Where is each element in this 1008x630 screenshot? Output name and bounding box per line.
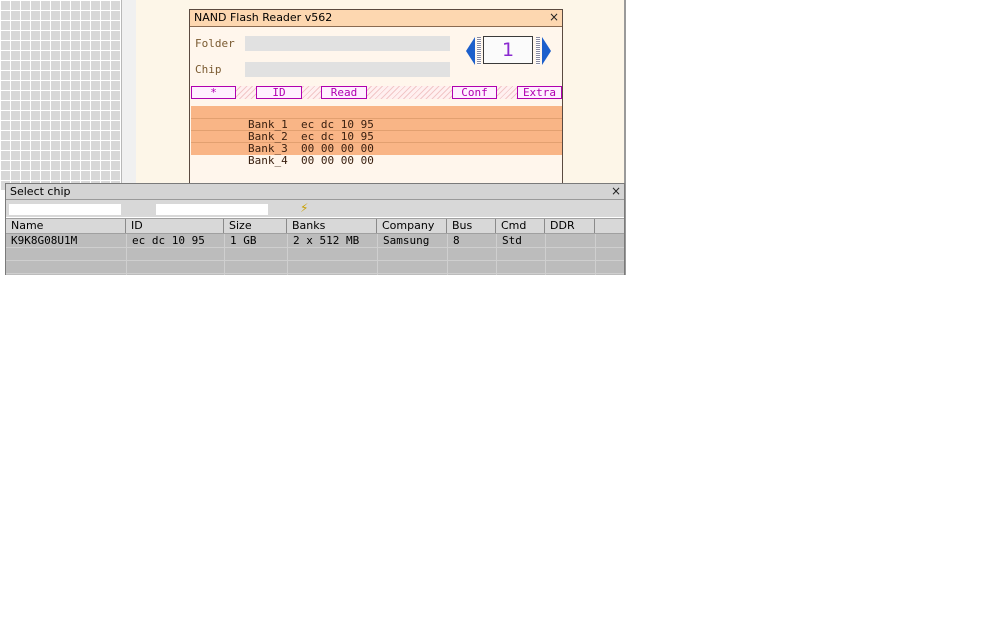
bank-name: Bank_4 [247,154,288,167]
bank-id: 00 00 00 00 [300,154,374,167]
nand-reader-window: NAND Flash Reader v562 × Folder Chip 1 *… [189,9,563,184]
bank-list: Bank_1 ec dc 10 95 Bank_2 ec dc 10 95 Ba… [191,106,562,167]
column-header-ddr[interactable]: DDR [545,219,595,233]
chip-label: Chip [195,63,222,76]
cell-company: Samsung [383,234,430,247]
conf-button[interactable]: Conf [452,86,497,99]
filter-row: ⚡ [6,200,624,217]
folder-field[interactable] [245,36,450,51]
row-separator [6,260,624,261]
column-header-cmd[interactable]: Cmd [496,219,545,233]
nand-window-title: NAND Flash Reader v562 [194,11,333,24]
column-header-id[interactable]: ID [126,219,224,233]
button-row: * ID Read Conf Extra [191,86,562,99]
nand-title-bar[interactable]: NAND Flash Reader v562 × [190,10,562,27]
cell-size: 1 GB [230,234,257,247]
row-separator [6,273,624,274]
id-button[interactable]: ID [256,86,302,99]
extra-button[interactable]: Extra [517,86,562,99]
lightning-icon[interactable]: ⚡ [300,201,308,215]
id-filter-input[interactable] [156,204,268,215]
name-filter-input[interactable] [9,204,121,215]
column-header-bus[interactable]: Bus [447,219,496,233]
desktop: NAND Flash Reader v562 × Folder Chip 1 *… [0,0,627,275]
star-button[interactable]: * [191,86,236,99]
cell-cmd: Std [502,234,522,247]
folder-label: Folder [195,37,235,50]
arrow-left-icon[interactable] [466,37,475,65]
column-header-company[interactable]: Company [377,219,447,233]
right-bar [536,37,540,65]
column-header-banks[interactable]: Banks [287,219,377,233]
table-row[interactable]: K9K8G08U1M ec dc 10 95 1 GB 2 x 512 MB S… [6,234,624,247]
scroll-strip[interactable] [121,0,137,190]
column-header-name[interactable]: Name [6,219,126,233]
cell-banks: 2 x 512 MB [293,234,360,247]
column-header-size[interactable]: Size [224,219,287,233]
cell-id: ec dc 10 95 [132,234,205,247]
read-button[interactable]: Read [321,86,367,99]
close-icon[interactable]: × [611,184,621,198]
arrow-right-icon[interactable] [542,37,551,65]
chip-table-body: K9K8G08U1M ec dc 10 95 1 GB 2 x 512 MB S… [6,234,624,275]
cell-name: K9K8G08U1M [11,234,78,247]
cell-bus: 8 [453,234,460,247]
chip-window-title: Select chip [10,185,71,198]
bank-row[interactable]: Bank_4 00 00 00 00 [195,143,374,179]
grid-panel [0,0,121,190]
chip-title-bar[interactable]: Select chip × [6,184,624,200]
table-header: Name ID Size Banks Company Bus Cmd DDR [6,218,624,234]
chip-field[interactable] [245,62,450,77]
row-separator [6,247,624,248]
bank-counter: 1 [483,36,533,64]
close-icon[interactable]: × [549,10,559,24]
left-bar [477,37,481,65]
select-chip-window: Select chip × ⚡ Name ID Size Banks Compa… [5,183,625,275]
